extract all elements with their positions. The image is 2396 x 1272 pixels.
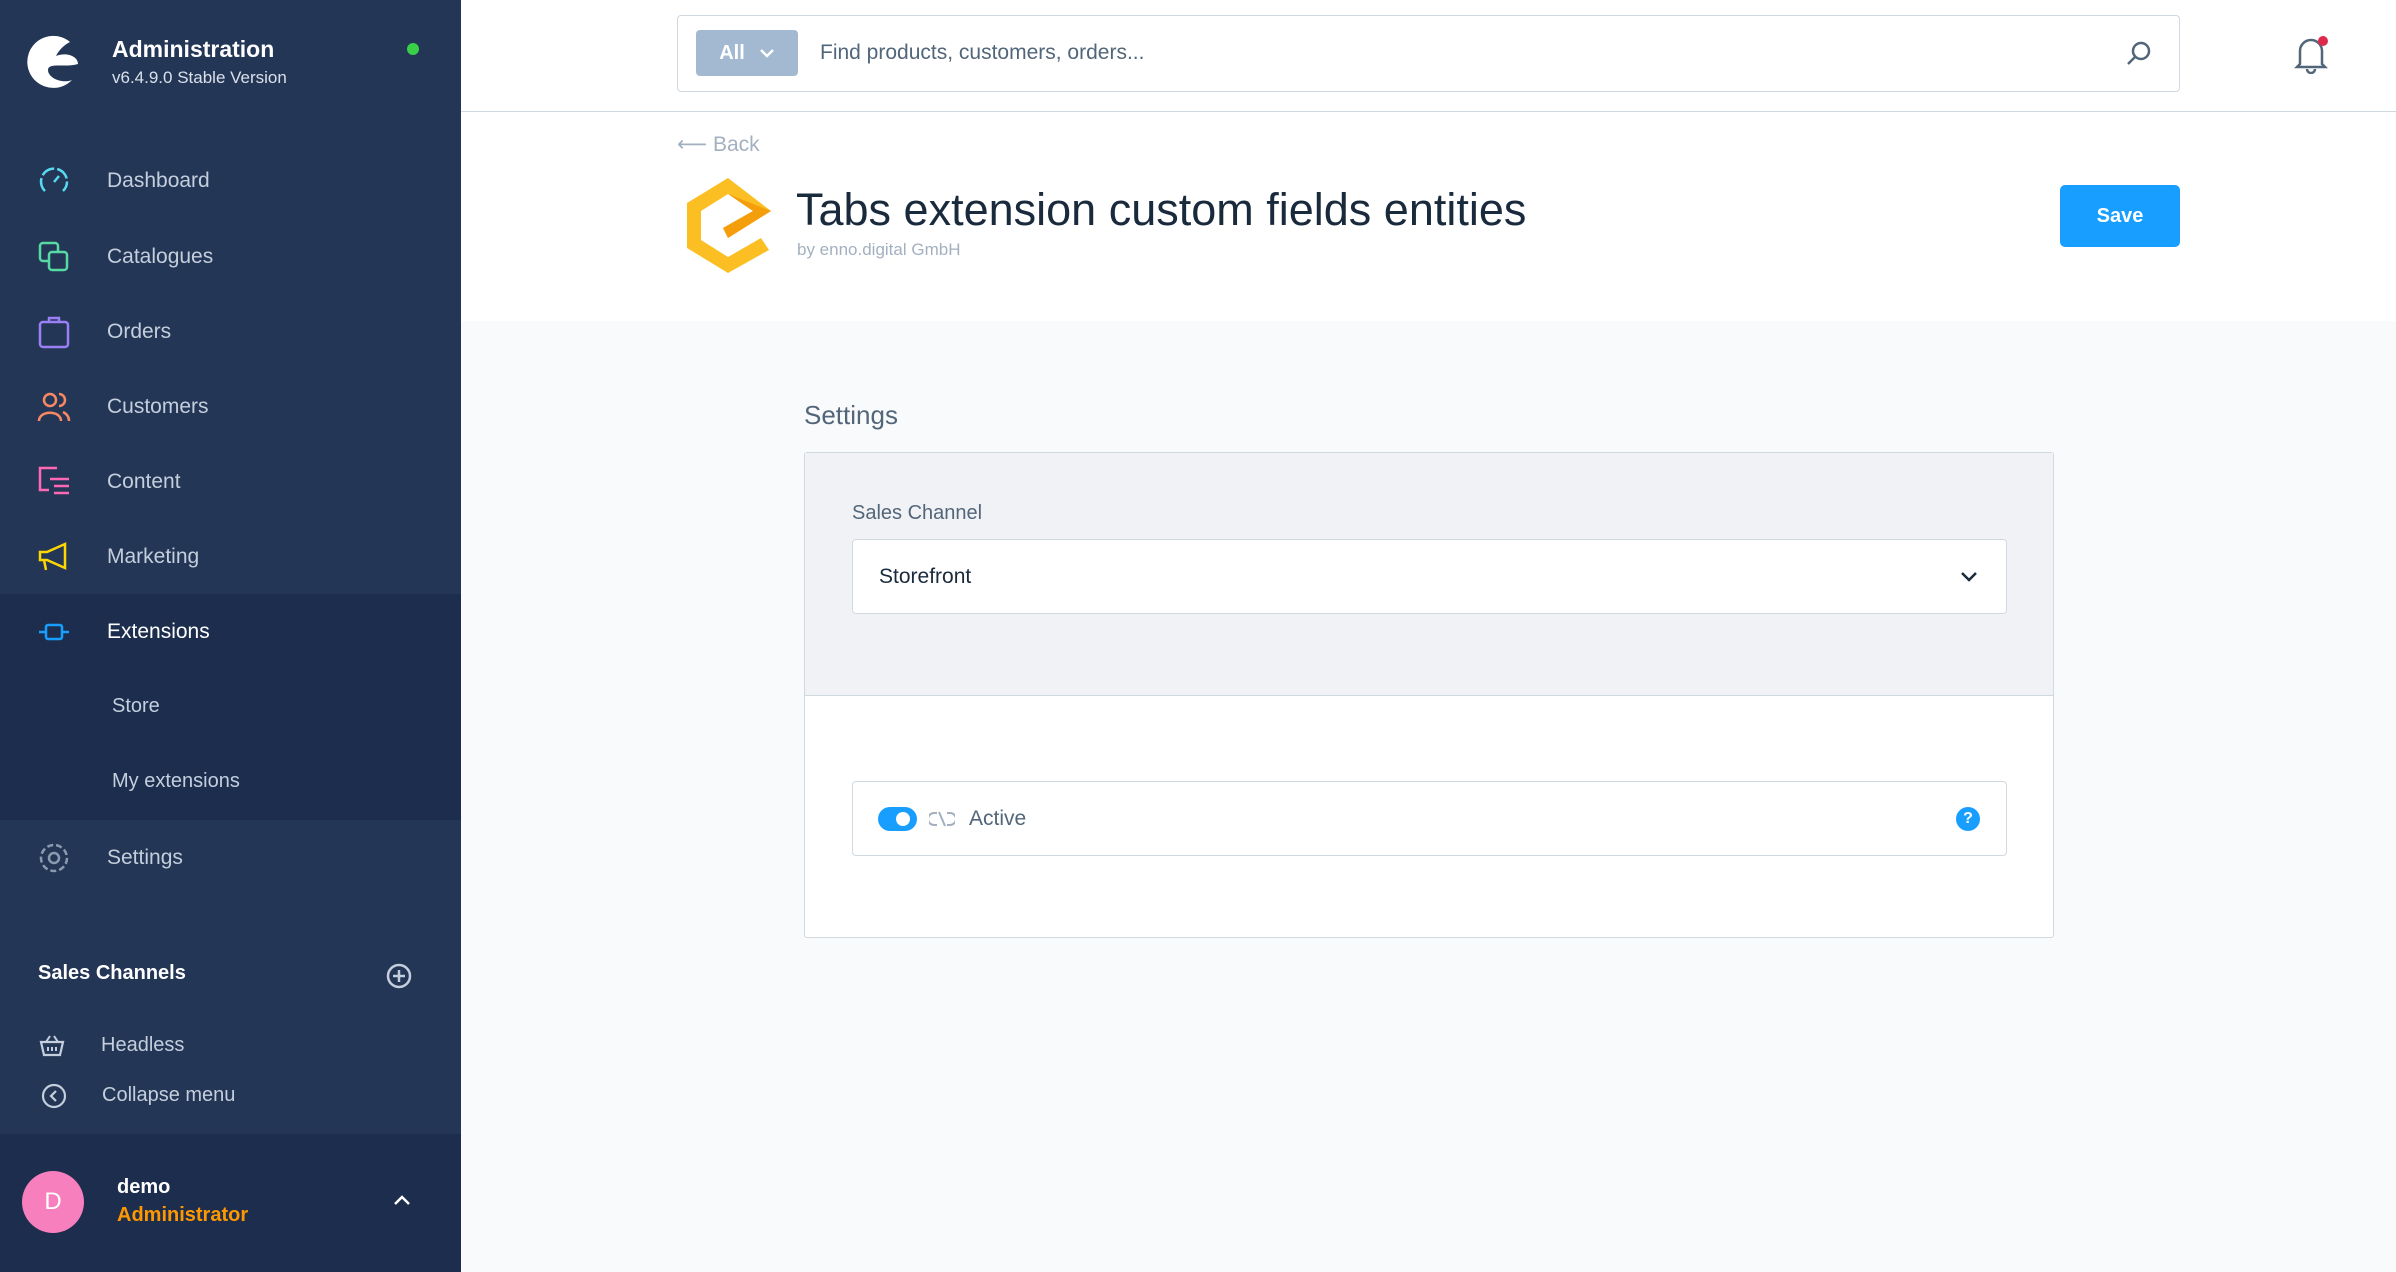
page-subtitle: by enno.digital GmbH xyxy=(797,240,961,259)
chevron-down-icon xyxy=(1961,571,1977,582)
sidebar-item-label: Extensions xyxy=(107,619,210,643)
page-title: Tabs extension custom fields entities xyxy=(796,184,1527,235)
chevron-down-icon xyxy=(759,49,774,58)
sidebar-item-label: Orders xyxy=(107,319,172,343)
sales-channel-label: Sales Channel xyxy=(852,502,983,524)
topbar: All xyxy=(461,0,2396,112)
collapse-menu-button[interactable]: Collapse menu xyxy=(0,1058,461,1133)
avatar: D xyxy=(22,1171,84,1233)
search-icon[interactable] xyxy=(2125,40,2153,68)
sales-channel-select[interactable]: Storefront xyxy=(852,539,2007,614)
bell-icon[interactable] xyxy=(2292,34,2330,74)
sales-channel-value: Storefront xyxy=(879,564,972,588)
sidebar-item-extensions[interactable]: Extensions xyxy=(0,594,461,669)
sales-channel-section: Sales Channel Storefront xyxy=(805,453,2053,696)
arrow-left-icon: ⟵ xyxy=(677,133,713,156)
basket-icon xyxy=(39,1034,65,1056)
shopware-logo xyxy=(27,35,78,88)
sidebar-item-marketing[interactable]: Marketing xyxy=(0,519,461,594)
brand-title: Administration xyxy=(112,36,275,62)
sidebar-item-settings[interactable]: Settings xyxy=(0,820,461,895)
sidebar-item-label: Marketing xyxy=(107,544,200,568)
chevron-up-icon[interactable] xyxy=(392,1193,412,1207)
sidebar-item-label: Settings xyxy=(107,845,183,869)
sales-channels-title: Sales Channels xyxy=(38,962,186,984)
collapse-menu-label: Collapse menu xyxy=(102,1084,236,1106)
settings-card: Sales Channel Storefront Active ? xyxy=(804,452,2054,938)
sidebar-item-label: Content xyxy=(107,469,181,493)
active-field: Active ? xyxy=(852,781,2007,856)
sidebar-item-orders[interactable]: Orders xyxy=(0,294,461,369)
brand-version: v6.4.9.0 Stable Version xyxy=(112,68,287,87)
sales-channel-label: Headless xyxy=(101,1034,185,1056)
sidebar-item-label: Catalogues xyxy=(107,244,214,268)
sidebar-subitem-my-extensions[interactable]: My extensions xyxy=(112,770,240,793)
content-icon xyxy=(38,466,69,494)
back-link[interactable]: ⟵ Back xyxy=(677,132,760,157)
sidebar-subitem-store[interactable]: Store xyxy=(112,695,160,718)
search-type-select[interactable]: All xyxy=(696,30,798,76)
plug-icon xyxy=(39,623,69,640)
megaphone-icon xyxy=(38,541,67,570)
gear-icon xyxy=(39,843,69,872)
users-icon xyxy=(37,392,71,421)
sidebar-item-content[interactable]: Content xyxy=(0,444,461,519)
search-type-label: All xyxy=(719,41,745,64)
search-bar: All xyxy=(677,15,2180,92)
status-dot xyxy=(407,43,419,55)
add-sales-channel-icon[interactable] xyxy=(385,962,413,990)
chevron-left-circle-icon xyxy=(41,1083,67,1108)
sidebar-item-dashboard[interactable]: Dashboard xyxy=(0,143,461,218)
copy-icon xyxy=(38,241,69,271)
user-footer[interactable]: D demo Administrator xyxy=(0,1134,461,1272)
sidebar-item-label: Customers xyxy=(107,394,209,418)
page-header: ⟵ Back Tabs extension custom fields enti… xyxy=(461,112,2396,321)
bag-icon xyxy=(38,316,70,348)
back-label: Back xyxy=(712,133,760,156)
user-name: demo xyxy=(117,1176,171,1198)
active-label: Active xyxy=(969,806,1027,830)
sidebar-item-label: Dashboard xyxy=(107,168,210,192)
extension-logo xyxy=(687,178,771,273)
settings-title: Settings xyxy=(804,400,898,430)
sidebar-item-customers[interactable]: Customers xyxy=(0,369,461,444)
help-icon[interactable]: ? xyxy=(1956,806,1980,831)
save-button[interactable]: Save xyxy=(2060,185,2180,247)
search-input[interactable] xyxy=(820,30,2120,76)
user-role: Administrator xyxy=(117,1204,249,1226)
sidebar-item-catalogues[interactable]: Catalogues xyxy=(0,219,461,294)
unlink-icon[interactable] xyxy=(929,810,955,828)
gauge-icon xyxy=(39,166,69,192)
sidebar: Administration v6.4.9.0 Stable Version D… xyxy=(0,0,461,1272)
active-toggle[interactable] xyxy=(878,806,917,831)
